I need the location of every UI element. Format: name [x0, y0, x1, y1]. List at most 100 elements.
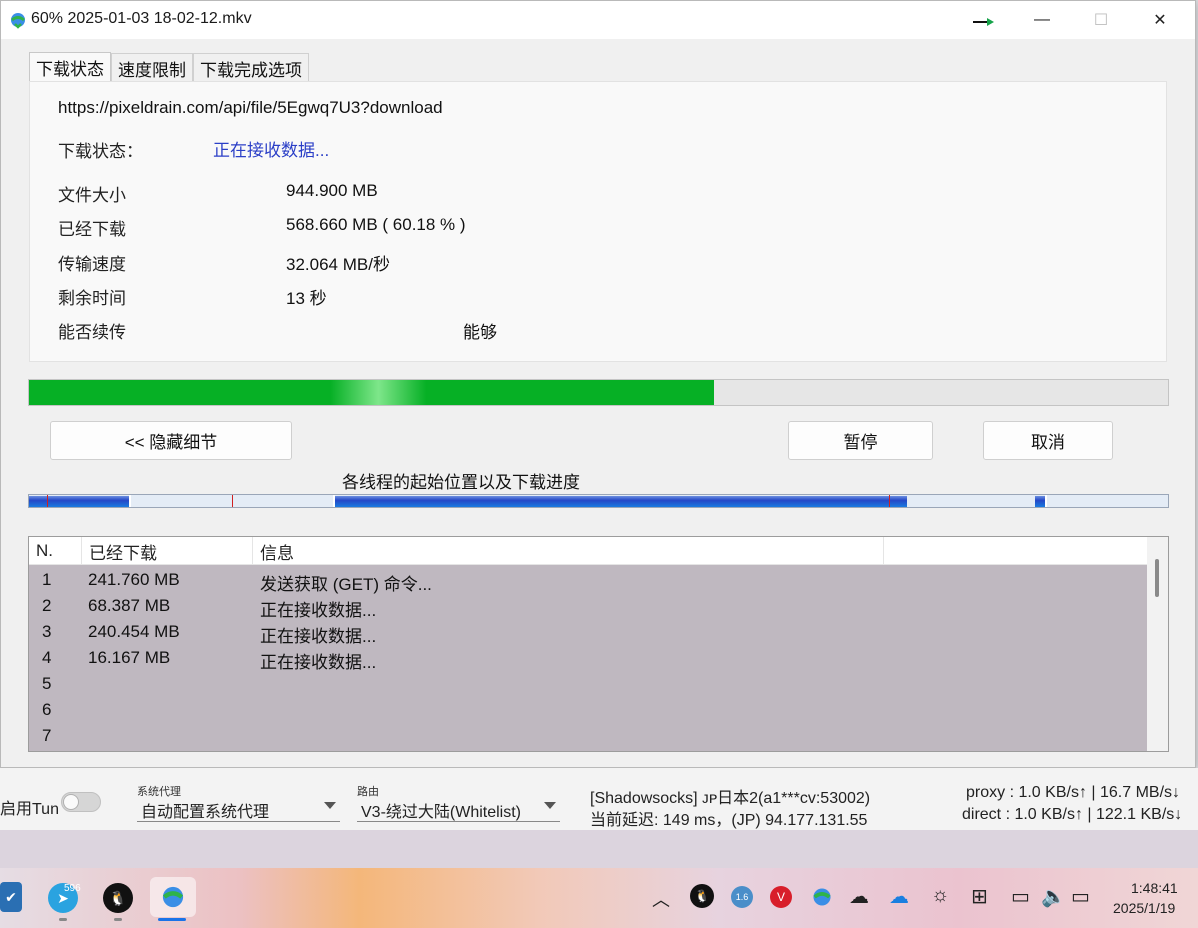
column-header-info[interactable]: 信息	[253, 537, 884, 565]
minimize-button[interactable]: —	[1013, 1, 1071, 39]
pause-button[interactable]: 暂停	[788, 421, 933, 460]
table-row[interactable]: 7	[29, 723, 1147, 749]
network-icon[interactable]: ▭	[1011, 884, 1030, 909]
cancel-button[interactable]: 取消	[983, 421, 1113, 460]
table-row[interactable]: 1 241.760 MB 发送获取 (GET) 命令...	[29, 567, 1147, 594]
proxy-speed: proxy : 1.0 KB/s↑ | 16.7 MB/s↓	[966, 784, 1181, 801]
table-row[interactable]: 6	[29, 697, 1147, 723]
tab-download-status[interactable]: 下载状态	[29, 52, 111, 82]
chevron-up-icon[interactable]: ︿	[652, 886, 670, 912]
row-downloaded: 16.167 MB	[88, 648, 171, 667]
row-downloaded: 241.760 MB	[88, 570, 180, 589]
download-url: https://pixeldrain.com/api/file/5Egwq7U3…	[58, 98, 443, 117]
row-downloaded: 240.454 MB	[88, 622, 180, 641]
running-indicator	[59, 918, 67, 921]
telegram-badge: 596	[64, 883, 81, 894]
row-info: 正在接收数据...	[260, 653, 377, 672]
thread-progress-bar	[28, 494, 1169, 508]
server-info: [Shadowsocks] ᴊᴘ日本2(a1***cv:53002)	[590, 790, 871, 807]
vpn-app-icon[interactable]: ✔	[0, 882, 22, 912]
route-select[interactable]: V3-绕过大陆(Whitelist)	[357, 796, 560, 822]
hide-details-button[interactable]: << 隐藏细节	[50, 421, 292, 460]
thread-1-marker	[47, 495, 48, 507]
input-method-icon[interactable]: ⊞	[971, 884, 988, 909]
status-value: 正在接收数据...	[213, 141, 330, 160]
row-info: 发送获取 (GET) 命令...	[260, 575, 432, 594]
system-proxy-select[interactable]: 自动配置系统代理	[137, 796, 340, 822]
direct-speed: direct : 1.0 KB/s↑ | 122.1 KB/s↓	[962, 806, 1183, 823]
thread-4-progress	[1035, 496, 1045, 507]
table-row[interactable]: 3 240.454 MB 正在接收数据...	[29, 619, 1147, 646]
thread-3-progress	[335, 496, 907, 507]
connections-list[interactable]: N. 已经下载 信息 1 241.760 MB 发送获取 (GET) 命令...…	[28, 536, 1169, 752]
tray-badge: 1.6	[735, 892, 749, 902]
remaining-label: 剩余时间	[58, 289, 126, 308]
thread-separator	[129, 495, 131, 507]
row-number: 1	[42, 570, 52, 589]
onedrive-icon[interactable]: ☁	[889, 884, 909, 909]
tab-strip: 下载状态 速度限制 下载完成选项	[29, 52, 309, 82]
thread-2-marker	[232, 495, 233, 507]
speed-label: 传输速度	[58, 255, 126, 274]
toggle-knob	[63, 794, 79, 810]
close-icon: ✕	[1153, 12, 1167, 29]
vivaldi-icon[interactable]: V	[770, 886, 792, 908]
latency-info: 当前延迟: 149 ms，(JP) 94.177.131.55	[590, 812, 868, 829]
table-row[interactable]: 2 68.387 MB 正在接收数据...	[29, 593, 1147, 620]
status-panel: https://pixeldrain.com/api/file/5Egwq7U3…	[29, 81, 1167, 362]
table-row[interactable]: 4 16.167 MB 正在接收数据...	[29, 645, 1147, 672]
row-number: 6	[42, 700, 52, 719]
tab-speed-limit[interactable]: 速度限制	[111, 53, 193, 82]
column-header-downloaded[interactable]: 已经下载	[82, 537, 253, 565]
downloaded-value: 568.660 MB ( 60.18 % )	[286, 215, 466, 234]
tray-app-icon[interactable]: 1.6	[731, 886, 753, 908]
scrollbar-thumb[interactable]	[1155, 559, 1159, 597]
column-header-n[interactable]: N.	[29, 537, 82, 565]
column-header-extra[interactable]	[884, 537, 1147, 565]
file-size-label: 文件大小	[58, 186, 126, 205]
desktop-background	[0, 830, 1198, 868]
running-indicator	[114, 918, 122, 921]
row-number: 2	[42, 596, 52, 615]
speed-value: 32.064 MB/秒	[286, 255, 390, 274]
qq-icon[interactable]: 🐧	[103, 883, 133, 913]
list-scrollbar[interactable]	[1147, 537, 1168, 751]
downloaded-label: 已经下载	[58, 220, 126, 239]
list-header: N. 已经下载 信息	[29, 537, 1147, 565]
download-progress-bar	[28, 379, 1169, 406]
chevron-down-icon	[544, 802, 556, 809]
status-label: 下载状态：	[58, 142, 143, 161]
threads-caption: 各线程的起始位置以及下载进度	[342, 473, 580, 492]
close-button[interactable]: ✕	[1131, 1, 1189, 39]
qq-tray-icon[interactable]: 🐧	[690, 884, 714, 908]
download-dialog: 60% 2025-01-03 18-02-12.mkv — ☐ ✕ 下载状态 速…	[0, 0, 1196, 768]
thread-separator	[1045, 495, 1047, 507]
remaining-value: 13 秒	[286, 289, 327, 308]
row-number: 7	[42, 726, 52, 745]
tab-completion-options[interactable]: 下载完成选项	[193, 53, 309, 82]
idm-app-icon	[11, 13, 25, 29]
system-proxy-value: 自动配置系统代理	[141, 804, 270, 821]
idm-app-icon	[162, 886, 184, 908]
tun-toggle[interactable]	[61, 792, 101, 812]
table-row[interactable]: 5	[29, 671, 1147, 697]
title-bar[interactable]: 60% 2025-01-03 18-02-12.mkv — ☐ ✕	[1, 1, 1195, 39]
maximize-button[interactable]: ☐	[1072, 1, 1130, 39]
clock-time[interactable]: 1:48:41	[1131, 880, 1178, 896]
progress-fill	[29, 380, 715, 405]
brightness-icon[interactable]: ☼	[931, 884, 949, 907]
idm-tray-icon[interactable]	[810, 885, 834, 909]
thread-3-marker	[889, 495, 890, 507]
volume-icon[interactable]: 🔈	[1041, 884, 1066, 909]
cloud-outline-icon[interactable]: ☁	[849, 884, 869, 909]
row-info: 正在接收数据...	[260, 627, 377, 646]
resume-label: 能否续传	[58, 323, 126, 342]
row-number: 5	[42, 674, 52, 693]
tun-label: 启用Tun	[0, 801, 59, 818]
idm-taskbar-button[interactable]	[150, 877, 196, 917]
thread-1-progress	[29, 496, 129, 507]
idm-app-icon	[813, 888, 831, 906]
resume-value: 能够	[463, 323, 497, 342]
clock-date[interactable]: 2025/1/19	[1113, 900, 1175, 916]
battery-icon[interactable]: ▭	[1071, 884, 1090, 909]
